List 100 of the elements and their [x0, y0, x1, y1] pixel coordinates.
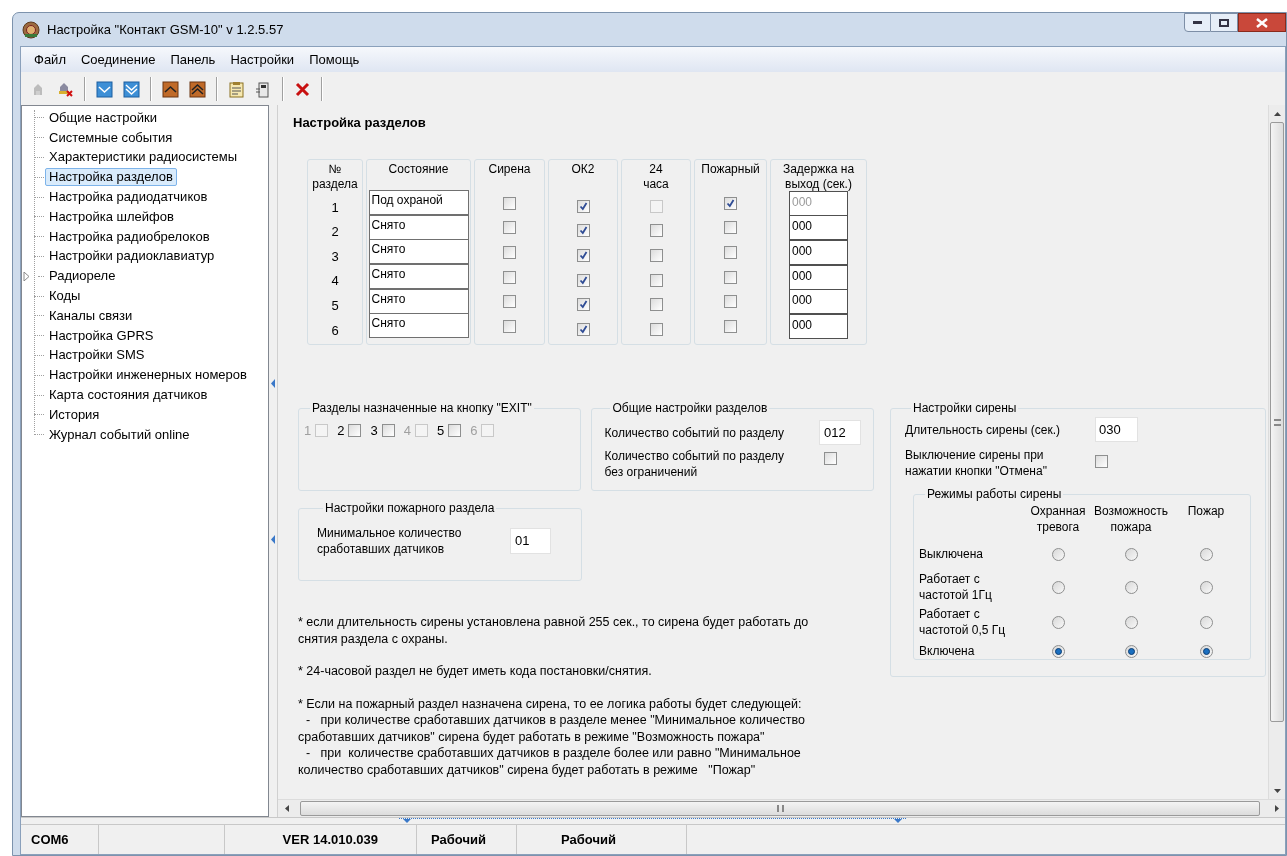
state-field[interactable]: Снято: [368, 214, 469, 240]
checkbox[interactable]: [503, 270, 516, 284]
collapsed-arrow-icon[interactable]: [23, 271, 31, 281]
checkbox[interactable]: [649, 224, 663, 238]
tree-item[interactable]: Настройка шлейфов: [45, 207, 178, 226]
radio-button[interactable]: [1199, 547, 1213, 561]
tree-item[interactable]: Настройка радиодатчиков: [45, 188, 212, 207]
radio-button[interactable]: [1124, 547, 1138, 561]
tree-item[interactable]: Общие настройки: [45, 108, 161, 127]
radio-button[interactable]: [1124, 580, 1138, 594]
checkbox[interactable]: [649, 322, 663, 336]
delay-field[interactable]: 000: [789, 215, 848, 241]
tree-item[interactable]: Каналы связи: [45, 306, 137, 325]
checkbox[interactable]: [348, 424, 362, 438]
checkbox[interactable]: [649, 249, 663, 262]
scroll-thumb[interactable]: [300, 801, 1260, 816]
radio-button[interactable]: [1124, 644, 1138, 658]
menu-item[interactable]: Настройки: [223, 49, 302, 70]
state-field[interactable]: Снято: [368, 313, 469, 339]
delay-field[interactable]: 000: [789, 289, 848, 315]
checkbox[interactable]: [724, 221, 737, 235]
collapse-arrow-icon[interactable]: [270, 534, 276, 544]
check-icon: [578, 226, 588, 236]
state-field[interactable]: Снято: [368, 288, 469, 314]
scroll-thumb[interactable]: [1270, 122, 1284, 722]
radio-button[interactable]: [1051, 644, 1065, 658]
radio-button[interactable]: [1051, 615, 1065, 629]
radio-button[interactable]: [1199, 580, 1213, 594]
radio-button[interactable]: [1199, 615, 1213, 629]
tree-item[interactable]: История: [45, 405, 104, 424]
number-field[interactable]: 01: [510, 528, 551, 554]
state-field[interactable]: Под охраной: [368, 190, 469, 216]
checkbox[interactable]: [381, 424, 395, 438]
delay-field[interactable]: 000: [789, 313, 848, 339]
tree-item[interactable]: Журнал событий online: [45, 425, 194, 444]
radio-button[interactable]: [1051, 580, 1065, 594]
tree-item[interactable]: Настройка радиобрелоков: [45, 227, 214, 246]
radio-button[interactable]: [1199, 644, 1213, 658]
tree-item[interactable]: Настройки радиоклавиатур: [45, 247, 219, 266]
tree-item[interactable]: Карта состояния датчиков: [45, 386, 212, 405]
section-title: Настройка разделов: [293, 115, 427, 131]
checkbox[interactable]: [649, 273, 663, 287]
cross-icon[interactable]: [294, 80, 311, 98]
checkbox[interactable]: [503, 295, 516, 309]
checkbox[interactable]: [503, 221, 516, 235]
field-label: Выключение сирены при нажатии кнопки "Отмена": [905, 447, 1048, 479]
checkbox[interactable]: [649, 298, 663, 312]
number-field[interactable]: 030: [1095, 417, 1138, 442]
checkbox[interactable]: [1095, 455, 1108, 468]
checkbox[interactable]: [724, 196, 737, 210]
menu-item[interactable]: Панель: [163, 49, 223, 70]
menu-item[interactable]: Соединение: [73, 49, 163, 70]
double-down-chevron-icon[interactable]: [123, 80, 140, 98]
checkbox[interactable]: [576, 273, 590, 287]
tree-item[interactable]: Системные события: [45, 128, 177, 147]
checkbox[interactable]: [503, 319, 516, 333]
tree-item[interactable]: Настройки SMS: [45, 346, 149, 365]
tree-item[interactable]: Настройки инженерных номеров: [45, 366, 251, 385]
checkbox[interactable]: [724, 246, 737, 259]
checkbox[interactable]: [576, 322, 590, 336]
radio-button[interactable]: [1051, 547, 1065, 561]
tree-item[interactable]: Радиореле: [45, 267, 120, 286]
group-title: Общие настройки разделов: [611, 400, 769, 417]
tree-item[interactable]: Характеристики радиосистемы: [45, 148, 242, 167]
device-icon[interactable]: [255, 80, 272, 98]
tree-item[interactable]: Коды: [45, 287, 85, 306]
expand-arrow-icon[interactable]: [403, 819, 411, 823]
collapse-arrow-icon[interactable]: [270, 378, 276, 388]
column-header: № раздела: [312, 161, 358, 191]
delay-field[interactable]: 000: [789, 264, 848, 290]
down-chevron-icon[interactable]: [96, 80, 113, 98]
checkbox[interactable]: [576, 249, 590, 262]
maximize-button[interactable]: [1211, 13, 1238, 32]
checkbox[interactable]: [724, 270, 737, 284]
menu-item[interactable]: Файл: [27, 49, 73, 70]
checkbox[interactable]: [448, 424, 462, 438]
close-button[interactable]: [1238, 13, 1286, 32]
tree-item[interactable]: Настройка разделов: [45, 168, 177, 187]
row-number: 1: [331, 198, 339, 217]
clipboard-icon[interactable]: [228, 80, 245, 98]
state-field[interactable]: Снято: [368, 239, 469, 265]
expand-arrow-icon[interactable]: [894, 819, 902, 823]
tree-item[interactable]: Настройка GPRS: [45, 326, 158, 345]
checkbox[interactable]: [576, 199, 590, 213]
checkbox[interactable]: [824, 452, 837, 465]
checkbox[interactable]: [724, 295, 737, 309]
checkbox[interactable]: [576, 298, 590, 312]
splitter-handle[interactable]: [399, 818, 906, 824]
number-field[interactable]: 012: [819, 420, 861, 445]
menu-item[interactable]: Помощь: [302, 49, 367, 70]
radio-button[interactable]: [1124, 615, 1138, 629]
delay-field[interactable]: 000: [789, 240, 848, 265]
up-chevron-icon[interactable]: [162, 80, 179, 98]
state-field[interactable]: Снято: [368, 264, 469, 290]
checkbox[interactable]: [576, 224, 590, 238]
checkbox[interactable]: [724, 319, 737, 333]
checkbox[interactable]: [503, 246, 516, 259]
minimize-button[interactable]: [1184, 13, 1211, 32]
checkbox[interactable]: [503, 196, 516, 210]
double-up-chevron-icon[interactable]: [189, 80, 206, 98]
